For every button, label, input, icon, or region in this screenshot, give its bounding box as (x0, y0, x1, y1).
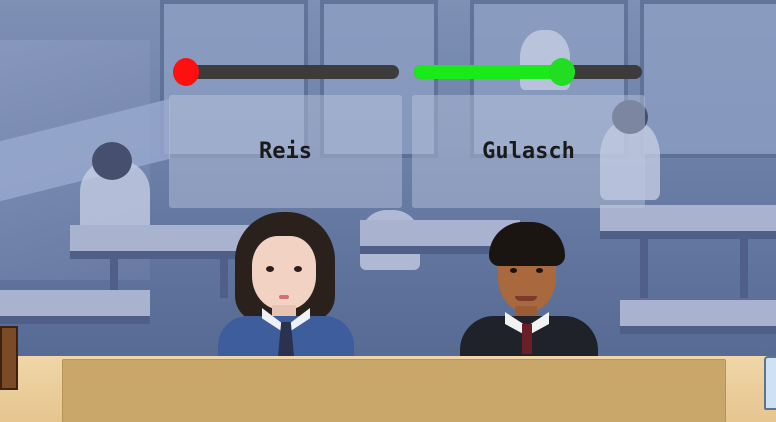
boy-eye (536, 268, 543, 273)
background-table (620, 300, 776, 334)
left-meter-knob (173, 58, 199, 86)
background-table (70, 225, 260, 259)
background-table (600, 205, 776, 239)
background-student-head (92, 142, 132, 180)
girl-eye (266, 266, 274, 272)
choice-card-left[interactable]: Reis (169, 95, 402, 208)
background-table-leg (740, 238, 748, 298)
background-window (640, 0, 776, 158)
game-scene: Reis Gulasch (0, 0, 776, 422)
background-table (0, 290, 150, 324)
choice-label: Gulasch (482, 139, 575, 164)
right-meter-fill (414, 65, 562, 79)
background-table-leg (640, 238, 648, 298)
girl-eye (294, 266, 302, 272)
boy-tie (522, 324, 532, 354)
lantern-icon (0, 326, 18, 390)
dialog-box[interactable] (62, 359, 726, 422)
background-table-leg (220, 258, 228, 298)
choice-card-right[interactable]: Gulasch (412, 95, 645, 208)
right-meter (414, 58, 642, 86)
bottle-icon (764, 356, 776, 410)
girl-mouth (279, 295, 289, 299)
choice-label: Reis (259, 139, 312, 164)
boy-mouth (515, 296, 537, 301)
right-meter-knob (549, 58, 575, 86)
left-meter (173, 58, 399, 86)
boy-eye (510, 268, 517, 273)
